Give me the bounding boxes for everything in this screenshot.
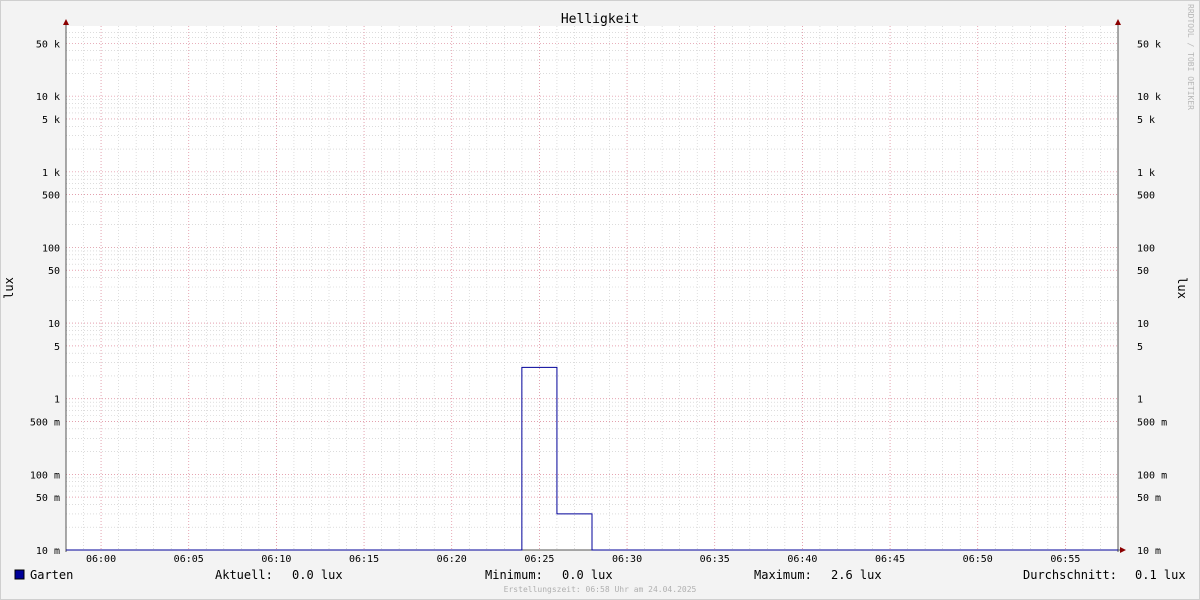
x-tick-label: 06:50 bbox=[963, 554, 993, 565]
y-tick-label-right: 1 k bbox=[1137, 168, 1155, 179]
y-tick-label-left: 5 bbox=[54, 342, 60, 353]
x-tick-label: 06:10 bbox=[261, 554, 291, 565]
y-tick-label-left: 100 m bbox=[30, 470, 60, 481]
y-tick-label-right: 100 m bbox=[1137, 470, 1167, 481]
y-tick-label-left: 1 k bbox=[42, 168, 60, 179]
y-tick-label-right: 10 bbox=[1137, 319, 1149, 330]
y-tick-label-left: 500 bbox=[42, 191, 60, 202]
y-tick-label-right: 100 bbox=[1137, 243, 1155, 254]
stat-average-value: 0.1 lux bbox=[1135, 568, 1186, 582]
stat-maximum-value: 2.6 lux bbox=[831, 568, 882, 582]
x-tick-label: 06:15 bbox=[349, 554, 379, 565]
y-tick-label-left: 10 m bbox=[36, 546, 60, 557]
y-tick-label-right: 50 m bbox=[1137, 493, 1161, 504]
y-tick-label-right: 1 bbox=[1137, 395, 1143, 406]
stat-current-value: 0.0 lux bbox=[292, 568, 343, 582]
y-tick-label-right: 500 m bbox=[1137, 417, 1167, 428]
x-tick-label: 06:45 bbox=[875, 554, 905, 565]
brightness-chart: 06:00 06:05 06:10 06:15 06:20 06:25 06:30 06:35… bbox=[2, 4, 1195, 594]
y-tick-label-left: 10 k bbox=[36, 92, 60, 103]
stat-current-label: Aktuell: bbox=[215, 568, 273, 582]
y-tick-label-left: 50 k bbox=[36, 39, 60, 50]
x-tick-label: 06:35 bbox=[700, 554, 730, 565]
x-axis-arrow bbox=[1120, 547, 1126, 553]
y-tick-label-left: 5 k bbox=[42, 115, 60, 126]
y-axis-arrow-left bbox=[63, 19, 69, 25]
y-axis-label-right: lux bbox=[1175, 277, 1189, 299]
footer-timestamp: Erstellungszeit: 06:58 Uhr am 24.04.2025 bbox=[504, 585, 697, 594]
y-tick-label-left: 50 bbox=[48, 266, 60, 277]
stat-maximum-label: Maximum: bbox=[754, 568, 812, 582]
y-tick-label-left: 10 bbox=[48, 319, 60, 330]
y-tick-label-right: 10 m bbox=[1137, 546, 1161, 557]
x-tick-label: 06:55 bbox=[1050, 554, 1080, 565]
x-tick-label: 06:05 bbox=[174, 554, 204, 565]
x-tick-label: 06:40 bbox=[787, 554, 817, 565]
y-tick-label-left: 100 bbox=[42, 243, 60, 254]
stat-minimum-label: Minimum: bbox=[485, 568, 543, 582]
y-tick-label-right: 5 k bbox=[1137, 115, 1155, 126]
x-tick-label: 06:30 bbox=[612, 554, 642, 565]
watermark: RRDTOOL / TOBI OETIKER bbox=[1186, 4, 1195, 110]
y-axis-label-left: lux bbox=[2, 277, 16, 299]
y-tick-label-right: 10 k bbox=[1137, 92, 1161, 103]
y-tick-label-right: 50 k bbox=[1137, 39, 1161, 50]
y-tick-label-right: 5 bbox=[1137, 342, 1143, 353]
y-tick-label-left: 50 m bbox=[36, 493, 60, 504]
y-tick-label-left: 500 m bbox=[30, 417, 60, 428]
y-axis-arrow-right bbox=[1115, 19, 1121, 25]
legend-swatch-garten bbox=[14, 569, 25, 580]
x-tick-label: 06:25 bbox=[524, 554, 554, 565]
y-tick-label-left: 1 bbox=[54, 395, 60, 406]
stat-minimum-value: 0.0 lux bbox=[562, 568, 613, 582]
y-tick-label-right: 500 bbox=[1137, 191, 1155, 202]
stat-average-label: Durchschnitt: bbox=[1023, 568, 1117, 582]
x-tick-label: 06:20 bbox=[437, 554, 467, 565]
legend-series-name: Garten bbox=[30, 568, 73, 582]
x-tick-label: 06:00 bbox=[86, 554, 116, 565]
y-tick-label-right: 50 bbox=[1137, 266, 1149, 277]
chart-title: Helligkeit bbox=[561, 12, 639, 27]
